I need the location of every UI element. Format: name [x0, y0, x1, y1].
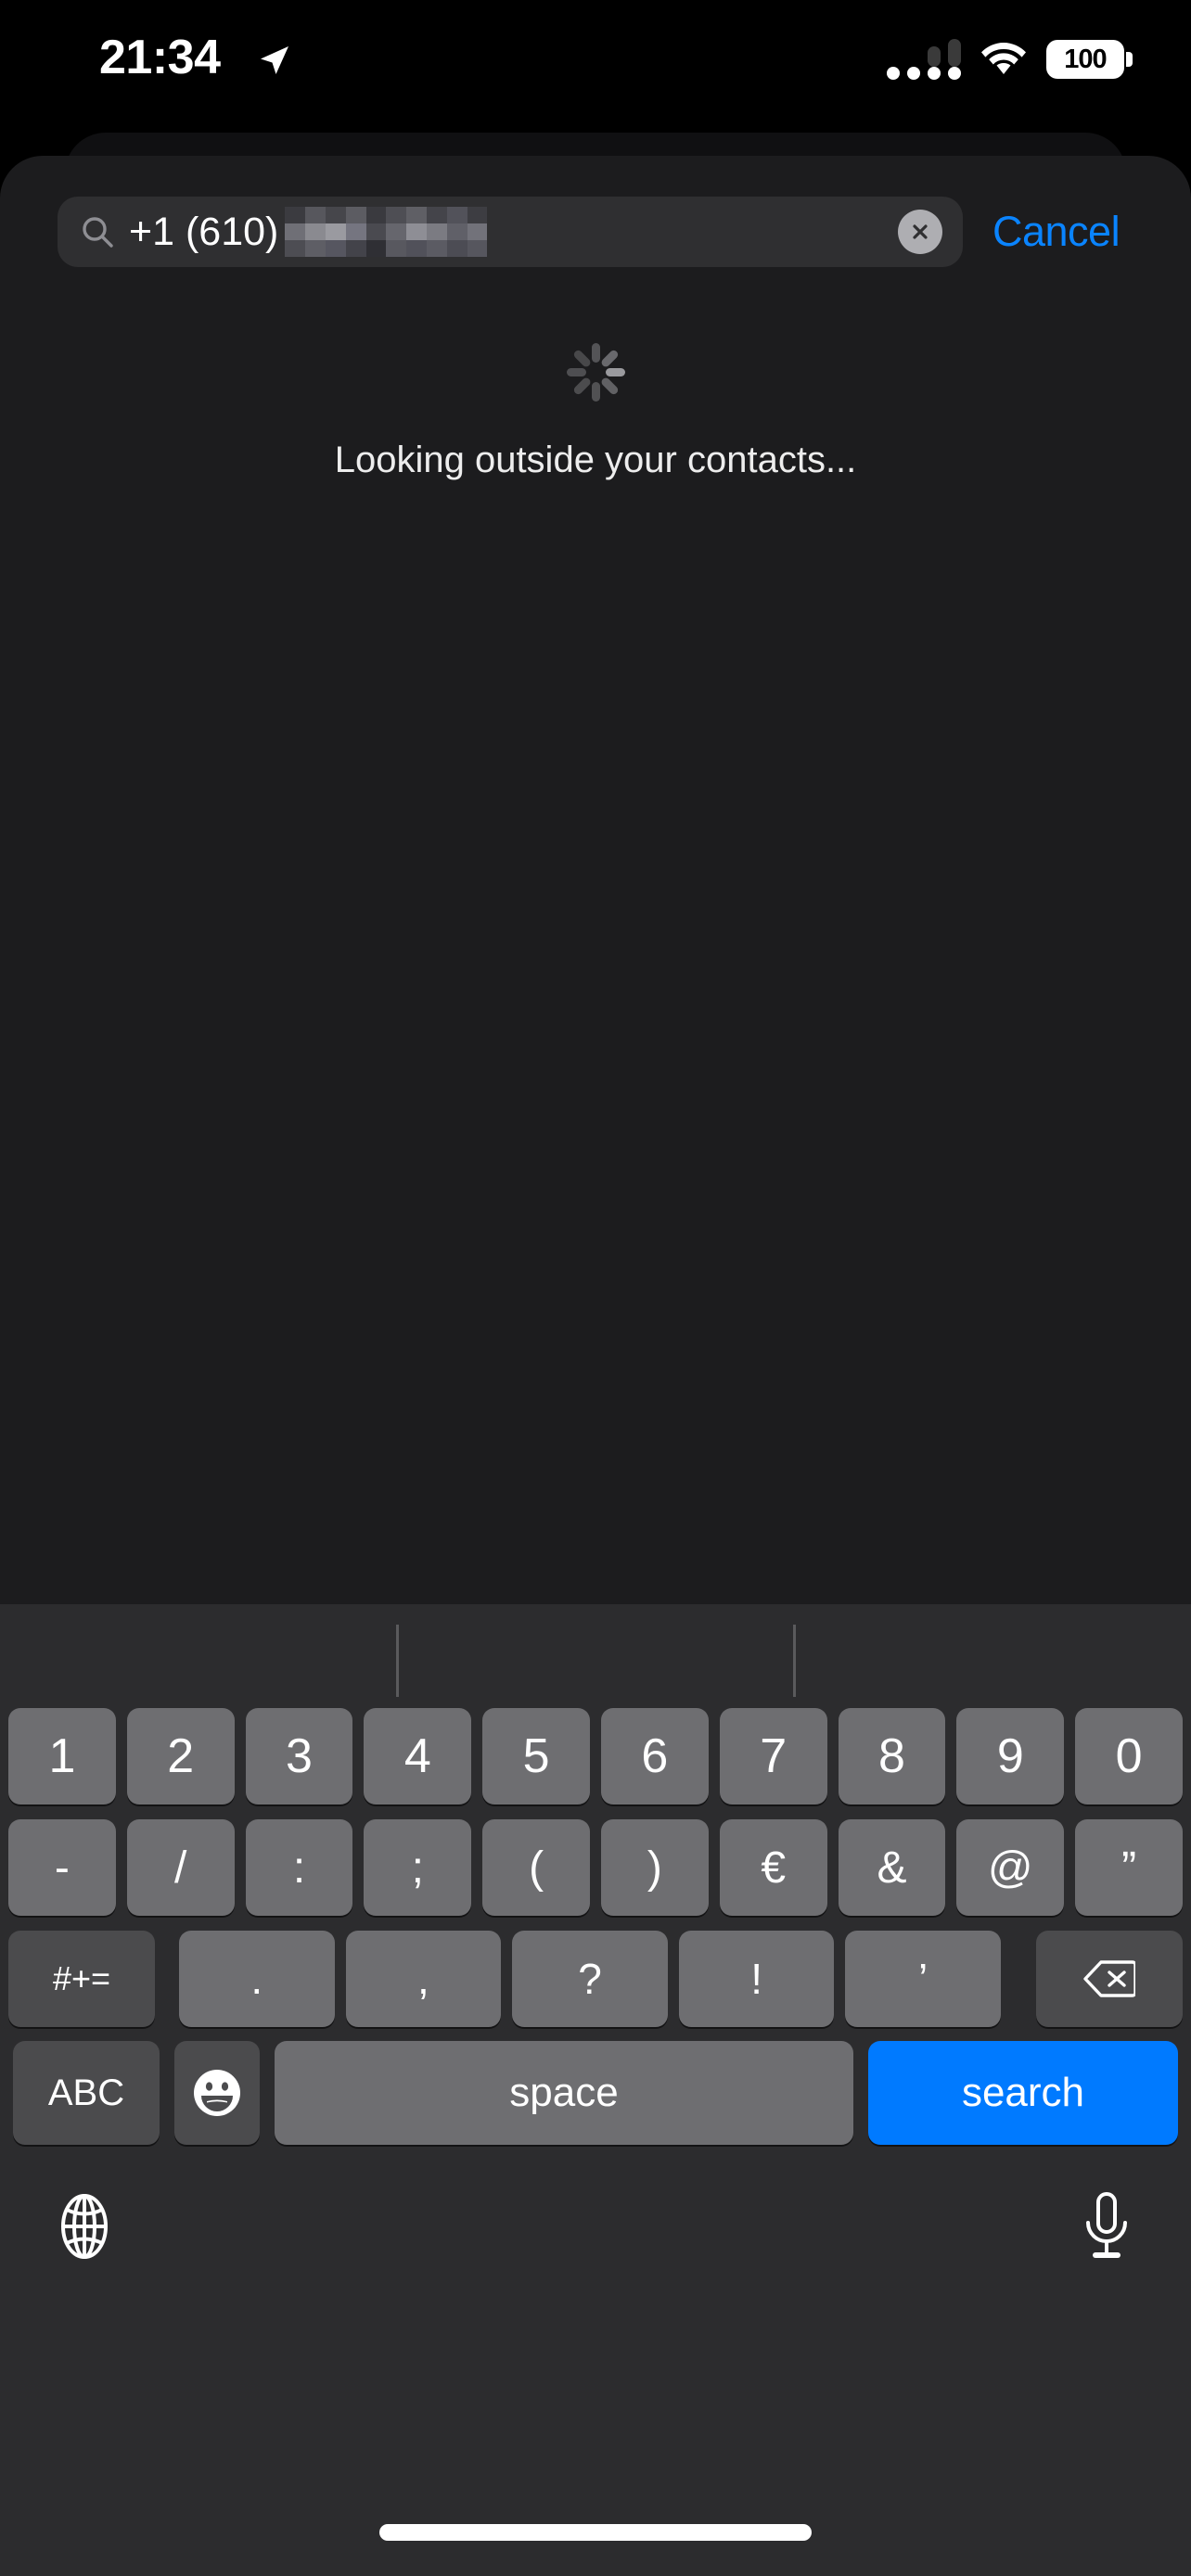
backspace-key[interactable] — [1035, 1931, 1183, 2027]
backspace-icon — [1083, 1960, 1135, 1997]
status-bar-clock: 21:34 — [99, 31, 221, 84]
key-colon[interactable]: : — [245, 1819, 353, 1916]
dictation-key[interactable] — [1061, 2181, 1152, 2272]
space-key[interactable]: space — [275, 2041, 853, 2145]
emoji-smiley-icon — [194, 2070, 240, 2116]
key-2[interactable]: 2 — [126, 1708, 235, 1804]
predictive-separator — [793, 1625, 796, 1697]
key-question-mark[interactable]: ? — [512, 1931, 668, 2027]
key-9[interactable]: 9 — [956, 1708, 1065, 1804]
key-5[interactable]: 5 — [482, 1708, 590, 1804]
cellular-signal-icon — [887, 39, 961, 80]
wifi-icon — [981, 43, 1026, 74]
key-6[interactable]: 6 — [600, 1708, 709, 1804]
key-semicolon[interactable]: ; — [364, 1819, 472, 1916]
keyboard-row-bottom: ABC space search — [0, 2034, 1191, 2151]
key-slash[interactable]: / — [126, 1819, 235, 1916]
location-arrow-icon — [261, 46, 288, 74]
keyboard-row-numbers: 1 2 3 4 5 6 7 8 9 0 — [0, 1701, 1191, 1812]
key-paren-close[interactable]: ) — [600, 1819, 709, 1916]
search-bar-row: +1 (610) Cancel — [0, 182, 1191, 282]
status-bar-indicators: 100 — [887, 39, 1133, 80]
key-7[interactable]: 7 — [719, 1708, 827, 1804]
key-period[interactable]: . — [179, 1931, 335, 2027]
redacted-phone-digits — [285, 207, 488, 257]
predictive-text-bar[interactable] — [0, 1604, 1191, 1701]
battery-percentage: 100 — [1064, 44, 1107, 74]
globe-icon — [61, 2194, 108, 2259]
key-4[interactable]: 4 — [364, 1708, 472, 1804]
key-0[interactable]: 0 — [1075, 1708, 1183, 1804]
key-abc-toggle[interactable]: ABC — [13, 2041, 160, 2145]
globe-key[interactable] — [39, 2181, 130, 2272]
key-8[interactable]: 8 — [838, 1708, 946, 1804]
key-symbols-toggle[interactable]: #+= — [8, 1931, 155, 2027]
key-1[interactable]: 1 — [8, 1708, 116, 1804]
search-input[interactable]: +1 (610) — [58, 197, 963, 267]
loading-status-text: Looking outside your contacts... — [334, 440, 857, 480]
software-keyboard: 1 2 3 4 5 6 7 8 9 0 - / : ; ( ) € & @ ” … — [0, 1604, 1191, 2576]
cancel-button[interactable]: Cancel — [992, 208, 1121, 256]
keyboard-row-punctuation: #+= . , ? ! ’ — [0, 1923, 1191, 2034]
key-quote[interactable]: ” — [1075, 1819, 1183, 1916]
keyboard-toolbar — [0, 2161, 1191, 2327]
close-icon — [913, 224, 928, 239]
search-icon — [83, 217, 113, 248]
key-3[interactable]: 3 — [245, 1708, 353, 1804]
activity-spinner-icon — [565, 341, 626, 402]
key-euro[interactable]: € — [719, 1819, 827, 1916]
status-bar: 21:34 100 — [0, 0, 1191, 130]
loading-state: Looking outside your contacts... — [0, 341, 1191, 481]
search-sheet: +1 (610) Cancel Looking outside your con… — [0, 156, 1191, 1604]
clear-search-button[interactable] — [898, 210, 942, 254]
battery-icon: 100 — [1046, 40, 1133, 79]
key-at[interactable]: @ — [956, 1819, 1065, 1916]
key-exclamation[interactable]: ! — [678, 1931, 835, 2027]
search-return-key[interactable]: search — [868, 2041, 1178, 2145]
key-hyphen[interactable]: - — [8, 1819, 116, 1916]
key-apostrophe[interactable]: ’ — [845, 1931, 1001, 2027]
predictive-separator — [396, 1625, 399, 1697]
key-comma[interactable]: , — [345, 1931, 502, 2027]
keyboard-row-symbols: - / : ; ( ) € & @ ” — [0, 1812, 1191, 1923]
battery-tip — [1126, 52, 1133, 67]
search-input-value: +1 (610) — [129, 209, 279, 254]
iphone-screen: 21:34 100 +1 (610) Cancel Looking outsid… — [0, 0, 1191, 2576]
microphone-icon — [1086, 2192, 1127, 2258]
emoji-key[interactable] — [174, 2041, 260, 2145]
home-indicator — [379, 2524, 812, 2541]
key-ampersand[interactable]: & — [838, 1819, 946, 1916]
key-paren-open[interactable]: ( — [482, 1819, 590, 1916]
